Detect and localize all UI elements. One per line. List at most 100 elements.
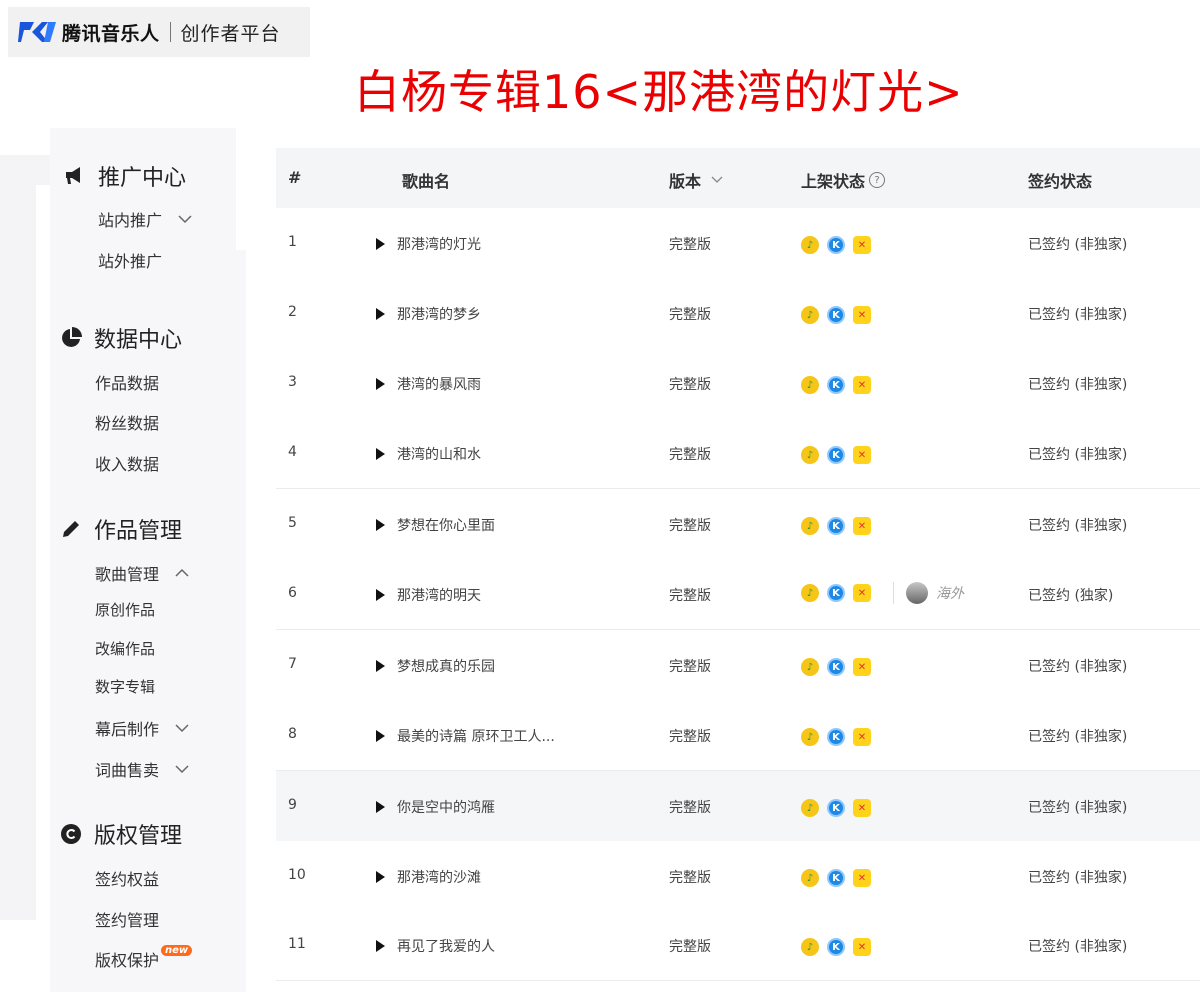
- version-cell: 完整版: [669, 377, 711, 393]
- play-icon[interactable]: [376, 238, 385, 250]
- song-cell[interactable]: 梦想在你心里面: [376, 515, 495, 535]
- header-version-filter[interactable]: 版本: [669, 168, 723, 192]
- play-icon[interactable]: [376, 308, 385, 320]
- platform-icons: ♪ K ✕: [801, 728, 871, 746]
- play-icon[interactable]: [376, 519, 385, 531]
- song-title[interactable]: 港湾的山和水: [397, 444, 481, 464]
- song-cell[interactable]: 那港湾的沙滩: [376, 867, 481, 887]
- qq-music-icon: ♪: [801, 446, 819, 464]
- song-title[interactable]: 港湾的暴风雨: [397, 374, 481, 394]
- sidebar-item-sign-rights[interactable]: 签约权益: [95, 866, 159, 890]
- row-index: 2: [288, 304, 297, 320]
- table-row[interactable]: 11 再见了我爱的人 完整版 ♪ K ✕ 已签约 (非独家): [276, 910, 1200, 981]
- sidebar-section-promotion[interactable]: 推广中心: [64, 160, 186, 192]
- sidebar-item-digital-album[interactable]: 数字专辑: [95, 676, 155, 697]
- platform-icons: ♪ K ✕: [801, 869, 871, 887]
- row-index: 6: [288, 585, 297, 601]
- sidebar-item-label: 作品数据: [95, 374, 160, 393]
- sidebar-item-in-site-promo[interactable]: 站内推广: [98, 207, 192, 231]
- table-row[interactable]: 5 梦想在你心里面 完整版 ♪ K ✕ 已签约 (非独家): [276, 489, 1200, 560]
- song-title[interactable]: 那港湾的沙滩: [397, 867, 481, 887]
- sidebar-item-lyrics-sale[interactable]: 词曲售卖: [95, 757, 189, 781]
- sidebar-item-label: 收入数据: [95, 455, 160, 474]
- brand-logo[interactable]: 腾讯音乐人 创作者平台: [8, 7, 310, 57]
- row-index: 3: [288, 374, 297, 390]
- kuwo-icon: ✕: [853, 799, 871, 817]
- play-icon[interactable]: [376, 801, 385, 813]
- song-title[interactable]: 那港湾的明天: [397, 585, 481, 605]
- sidebar-item-label: 改编作品: [95, 640, 156, 658]
- song-title[interactable]: 那港湾的梦乡: [397, 304, 481, 324]
- table-row[interactable]: 9 你是空中的鸿雁 完整版 ♪ K ✕ 已签约 (非独家): [276, 771, 1200, 842]
- qq-music-icon: ♪: [801, 376, 819, 394]
- kugou-icon: K: [827, 376, 845, 394]
- sidebar-item-label: 原创作品: [95, 601, 156, 619]
- kugou-icon: K: [827, 658, 845, 676]
- play-icon[interactable]: [376, 589, 385, 601]
- song-title[interactable]: 那港湾的灯光: [397, 234, 481, 254]
- song-title[interactable]: 再见了我爱的人: [397, 936, 495, 956]
- sidebar-item-original-works[interactable]: 原创作品: [95, 599, 155, 620]
- song-title[interactable]: 梦想成真的乐园: [397, 656, 495, 676]
- song-title[interactable]: 最美的诗篇 原环卫工人...: [397, 726, 555, 746]
- qq-music-icon: ♪: [801, 658, 819, 676]
- version-cell: 完整版: [669, 447, 711, 463]
- table-row[interactable]: 2 那港湾的梦乡 完整版 ♪ K ✕ 已签约 (非独家): [276, 278, 1200, 349]
- sidebar-section-data[interactable]: 数据中心: [60, 322, 182, 354]
- qq-music-icon: ♪: [801, 517, 819, 535]
- table-row[interactable]: 4 港湾的山和水 完整版 ♪ K ✕ 已签约 (非独家): [276, 418, 1200, 489]
- sidebar-item-label: 歌曲管理: [95, 565, 160, 584]
- kugou-icon: K: [827, 799, 845, 817]
- sidebar-item-behind-scenes[interactable]: 幕后制作: [95, 716, 189, 740]
- qq-music-icon: ♪: [801, 728, 819, 746]
- sign-status: 已签约 (非独家): [1028, 307, 1128, 323]
- table-row[interactable]: 3 港湾的暴风雨 完整版 ♪ K ✕ 已签约 (非独家): [276, 348, 1200, 419]
- song-table: # 歌曲名 版本 上架状态 ? 签约状态 1 那港湾的灯光 完整版 ♪ K ✕ …: [276, 148, 1200, 992]
- sidebar-item-label: 幕后制作: [95, 720, 160, 739]
- table-row[interactable]: 1 那港湾的灯光 完整版 ♪ K ✕ 已签约 (非独家): [276, 208, 1200, 279]
- play-icon[interactable]: [376, 660, 385, 672]
- platform-icons: ♪ K ✕: [801, 799, 871, 817]
- table-row[interactable]: 7 梦想成真的乐园 完整版 ♪ K ✕ 已签约 (非独家): [276, 630, 1200, 701]
- chevron-down-icon: [175, 724, 189, 733]
- sidebar-item-income-data[interactable]: 收入数据: [95, 451, 159, 475]
- play-icon[interactable]: [376, 730, 385, 742]
- kuwo-icon: ✕: [853, 446, 871, 464]
- sign-status: 已签约 (非独家): [1028, 870, 1128, 886]
- sidebar-item-copyright-protection[interactable]: 版权保护 new: [95, 944, 193, 971]
- play-icon[interactable]: [376, 871, 385, 883]
- copyright-icon: [60, 823, 82, 845]
- sidebar-section-label: 数据中心: [94, 328, 183, 353]
- song-cell[interactable]: 那港湾的梦乡: [376, 304, 481, 324]
- song-title[interactable]: 你是空中的鸿雁: [397, 797, 495, 817]
- play-icon[interactable]: [376, 940, 385, 952]
- sidebar-item-off-site-promo[interactable]: 站外推广: [98, 248, 162, 272]
- song-cell[interactable]: 你是空中的鸿雁: [376, 797, 495, 817]
- platform-icons: ♪ K ✕: [801, 517, 871, 535]
- song-cell[interactable]: 梦想成真的乐园: [376, 656, 495, 676]
- play-icon[interactable]: [376, 378, 385, 390]
- table-row[interactable]: 10 那港湾的沙滩 完整版 ♪ K ✕ 已签约 (非独家): [276, 841, 1200, 912]
- song-cell[interactable]: 港湾的暴风雨: [376, 374, 481, 394]
- song-cell[interactable]: 那港湾的明天: [376, 585, 481, 605]
- help-icon[interactable]: ?: [869, 172, 886, 188]
- song-title[interactable]: 梦想在你心里面: [397, 515, 495, 535]
- sidebar-section-copyright[interactable]: 版权管理: [60, 818, 182, 850]
- sidebar-item-work-data[interactable]: 作品数据: [95, 370, 159, 394]
- song-cell[interactable]: 那港湾的灯光: [376, 234, 481, 254]
- sidebar-section-works[interactable]: 作品管理: [60, 513, 182, 545]
- sidebar-item-fan-data[interactable]: 粉丝数据: [95, 410, 159, 434]
- album-headline: 白杨专辑16<那港湾的灯光>: [354, 65, 964, 119]
- sidebar-item-adapted-works[interactable]: 改编作品: [95, 638, 155, 659]
- version-cell: 完整版: [669, 307, 711, 323]
- table-row[interactable]: 8 最美的诗篇 原环卫工人... 完整版 ♪ K ✕ 已签约 (非独家): [276, 700, 1200, 771]
- song-cell[interactable]: 最美的诗篇 原环卫工人...: [376, 726, 555, 746]
- sidebar-item-label: 词曲售卖: [95, 761, 160, 780]
- sidebar-item-sign-management[interactable]: 签约管理: [95, 907, 159, 931]
- sidebar-item-song-management[interactable]: 歌曲管理: [95, 561, 189, 585]
- song-cell[interactable]: 再见了我爱的人: [376, 936, 495, 956]
- version-cell: 完整版: [669, 939, 711, 955]
- song-cell[interactable]: 港湾的山和水: [376, 444, 481, 464]
- play-icon[interactable]: [376, 448, 385, 460]
- version-cell: 完整版: [669, 870, 711, 886]
